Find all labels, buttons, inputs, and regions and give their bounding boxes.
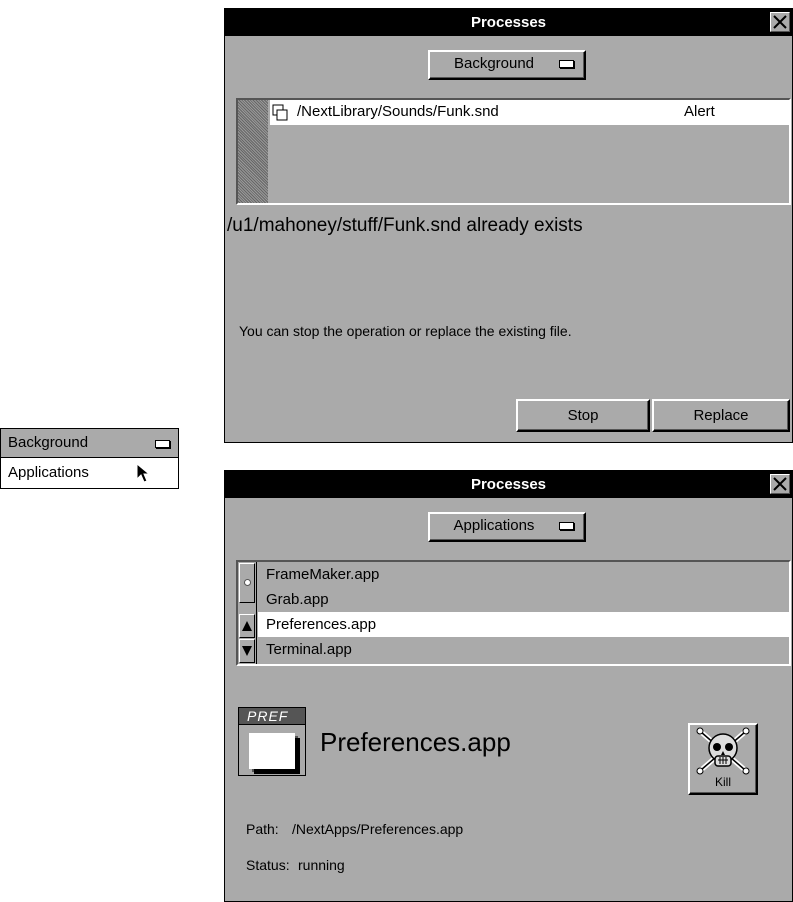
- popup-menu-item-background[interactable]: Background: [1, 429, 178, 458]
- pref-icon-tab: PREF: [238, 707, 306, 725]
- stop-button[interactable]: Stop: [516, 399, 650, 432]
- skull-crossbones-icon: [696, 727, 750, 775]
- popup-icon: [155, 440, 170, 448]
- window-title: Processes: [470, 476, 547, 493]
- status-value: running: [298, 857, 345, 873]
- scroll-knob[interactable]: [239, 563, 255, 603]
- list-item-status: Alert: [684, 103, 715, 120]
- popup-icon: [559, 60, 574, 68]
- scrollbar: [238, 562, 257, 664]
- kill-button-label: Kill: [714, 775, 731, 789]
- arrow-up-icon: [242, 621, 252, 631]
- status-label: Status:: [246, 857, 290, 873]
- replace-button-label: Replace: [693, 407, 749, 424]
- list-item[interactable]: FrameMaker.app: [258, 562, 789, 587]
- message-text: /u1/mahoney/stuff/Funk.snd already exist…: [227, 215, 583, 236]
- list-item[interactable]: Grab.app: [258, 587, 789, 612]
- replace-button[interactable]: Replace: [652, 399, 790, 432]
- list-item-label: Grab.app: [266, 591, 329, 608]
- mouse-cursor-icon: [136, 463, 151, 483]
- close-icon[interactable]: [770, 474, 790, 494]
- window-title: Processes: [470, 14, 547, 31]
- popup-menu-item-label: Background: [8, 434, 89, 451]
- copy-icon: [272, 104, 288, 121]
- scrollbar-track[interactable]: [238, 100, 268, 203]
- process-type-popup[interactable]: Applications: [428, 512, 586, 542]
- app-name-title: Preferences.app: [320, 727, 511, 757]
- list-item[interactable]: Terminal.app: [258, 637, 789, 662]
- scroll-up-button[interactable]: [239, 614, 255, 638]
- knob-dimple-icon: [244, 579, 251, 586]
- list-item-label: Preferences.app: [266, 616, 377, 633]
- processes-window-applications: Processes Applications FrameMaker.app Gr…: [224, 470, 793, 902]
- window-titlebar[interactable]: Processes: [225, 9, 792, 36]
- list-item-label: Terminal.app: [266, 641, 352, 658]
- process-type-popup[interactable]: Background: [428, 50, 586, 80]
- path-value: /NextApps/Preferences.app: [292, 821, 464, 837]
- preferences-app-icon: PREF: [238, 707, 310, 777]
- pref-icon-label: PREF: [247, 708, 289, 724]
- list-item-selected[interactable]: Preferences.app: [258, 612, 789, 637]
- process-list: /NextLibrary/Sounds/Funk.snd Alert: [236, 98, 791, 205]
- popup-label: Applications: [453, 517, 535, 534]
- application-list: FrameMaker.app Grab.app Preferences.app …: [236, 560, 791, 666]
- arrow-down-icon: [242, 646, 252, 656]
- popup-menu-item-applications[interactable]: Applications: [1, 458, 178, 488]
- app-list-items: FrameMaker.app Grab.app Preferences.app …: [258, 562, 789, 664]
- scroll-down-button[interactable]: [239, 639, 255, 663]
- popup-menu-item-label: Applications: [8, 464, 89, 481]
- pref-icon-switch: [249, 733, 295, 769]
- pref-icon-body: [238, 724, 306, 776]
- kill-button[interactable]: Kill: [688, 723, 758, 795]
- hint-text: You can stop the operation or replace th…: [239, 323, 572, 339]
- list-item[interactable]: /NextLibrary/Sounds/Funk.snd Alert: [270, 100, 789, 125]
- window-titlebar[interactable]: Processes: [225, 471, 792, 498]
- list-item-path: /NextLibrary/Sounds/Funk.snd: [297, 103, 499, 120]
- list-item-label: FrameMaker.app: [266, 566, 380, 583]
- stop-button-label: Stop: [567, 407, 599, 424]
- close-icon[interactable]: [770, 12, 790, 32]
- processes-window-background: Processes Background /NextLibrary/Sounds…: [224, 8, 793, 443]
- popup-icon: [559, 522, 574, 530]
- popup-menu: Background Applications: [0, 428, 179, 489]
- popup-label: Background: [453, 55, 535, 72]
- path-label: Path:: [246, 821, 279, 837]
